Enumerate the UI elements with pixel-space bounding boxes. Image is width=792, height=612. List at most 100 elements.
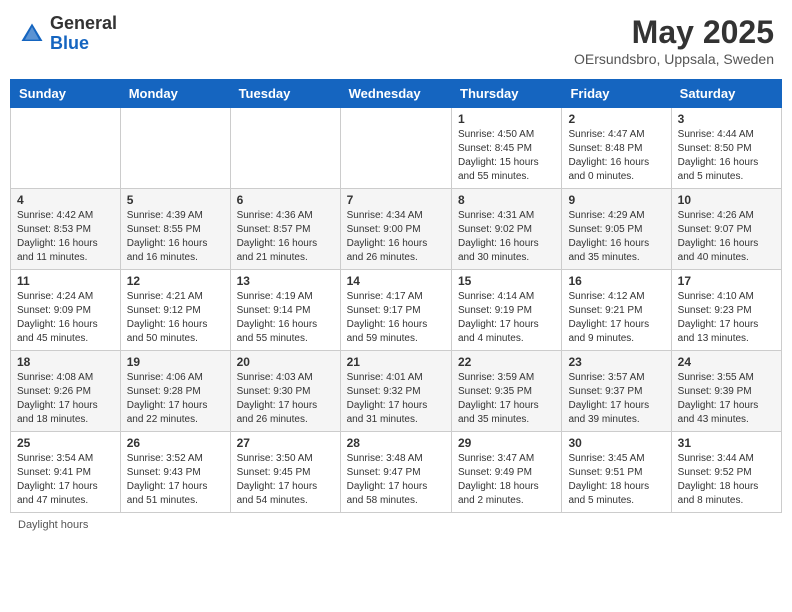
day-info: Sunrise: 3:45 AM Sunset: 9:51 PM Dayligh… — [568, 452, 664, 508]
calendar-cell: 3Sunrise: 4:44 AM Sunset: 8:50 PM Daylig… — [671, 108, 781, 189]
day-info: Sunrise: 4:01 AM Sunset: 9:32 PM Dayligh… — [347, 371, 445, 427]
day-info: Sunrise: 4:17 AM Sunset: 9:17 PM Dayligh… — [347, 290, 445, 346]
calendar-week-row: 18 Sunrise: 4:08 AM Sunset: 9:26 PM Dayli… — [11, 351, 782, 432]
daylight-hours-label: Daylight hours — [18, 519, 88, 531]
calendar-header-row: SundayMondayTuesdayWednesdayThursdayFrid… — [11, 80, 782, 108]
day-number: 14 — [347, 274, 445, 288]
day-number: 9 — [568, 193, 664, 207]
month-year: May 2025 — [574, 14, 774, 51]
calendar-cell: 7Sunrise: 4:34 AM Sunset: 9:00 PM Daylig… — [340, 189, 451, 270]
calendar-cell: 5 Sunrise: 4:39 AM Sunset: 8:55 PM Daylig… — [120, 189, 230, 270]
day-info: Sunrise: 4:39 AM Sunset: 8:55 PM Dayligh… — [127, 209, 224, 265]
calendar-cell: 15Sunrise: 4:14 AM Sunset: 9:19 PM Dayli… — [452, 270, 562, 351]
calendar-day-header: Sunday — [11, 80, 121, 108]
day-number: 29 — [458, 436, 555, 450]
day-number: 27 — [237, 436, 334, 450]
page-header: General Blue May 2025 OErsundsbro, Uppsa… — [10, 10, 782, 71]
calendar-day-header: Thursday — [452, 80, 562, 108]
calendar-table: SundayMondayTuesdayWednesdayThursdayFrid… — [10, 79, 782, 513]
footer-note: Daylight hours — [10, 519, 782, 531]
calendar-cell: 11 Sunrise: 4:24 AM Sunset: 9:09 PM Dayli… — [11, 270, 121, 351]
title-section: May 2025 OErsundsbro, Uppsala, Sweden — [574, 14, 774, 67]
calendar-cell: 31 Sunrise: 3:44 AM Sunset: 9:52 PM Dayli… — [671, 432, 781, 513]
calendar-cell: 19 Sunrise: 4:06 AM Sunset: 9:28 PM Dayli… — [120, 351, 230, 432]
calendar-cell: 23 Sunrise: 3:57 AM Sunset: 9:37 PM Dayli… — [562, 351, 671, 432]
day-number: 1 — [458, 112, 555, 126]
logo-icon — [18, 20, 46, 48]
calendar-day-header: Friday — [562, 80, 671, 108]
day-number: 11 — [17, 274, 114, 288]
calendar-day-header: Tuesday — [230, 80, 340, 108]
calendar-week-row: 1 Sunrise: 4:50 AM Sunset: 8:45 PM Daylig… — [11, 108, 782, 189]
calendar-cell: 21Sunrise: 4:01 AM Sunset: 9:32 PM Dayli… — [340, 351, 451, 432]
day-info: Sunrise: 3:52 AM Sunset: 9:43 PM Dayligh… — [127, 452, 224, 508]
day-number: 12 — [127, 274, 224, 288]
day-number: 22 — [458, 355, 555, 369]
calendar-cell: 18 Sunrise: 4:08 AM Sunset: 9:26 PM Dayli… — [11, 351, 121, 432]
calendar-cell: 26 Sunrise: 3:52 AM Sunset: 9:43 PM Dayli… — [120, 432, 230, 513]
day-info: Sunrise: 4:36 AM Sunset: 8:57 PM Dayligh… — [237, 209, 334, 265]
day-number: 17 — [678, 274, 775, 288]
calendar-cell: 6Sunrise: 4:36 AM Sunset: 8:57 PM Daylig… — [230, 189, 340, 270]
day-info: Sunrise: 3:48 AM Sunset: 9:47 PM Dayligh… — [347, 452, 445, 508]
day-info: Sunrise: 3:44 AM Sunset: 9:52 PM Dayligh… — [678, 452, 775, 508]
day-info: Sunrise: 4:31 AM Sunset: 9:02 PM Dayligh… — [458, 209, 555, 265]
calendar-cell: 24 Sunrise: 3:55 AM Sunset: 9:39 PM Dayli… — [671, 351, 781, 432]
day-info: Sunrise: 3:57 AM Sunset: 9:37 PM Dayligh… — [568, 371, 664, 427]
calendar-cell: 4Sunrise: 4:42 AM Sunset: 8:53 PM Daylig… — [11, 189, 121, 270]
calendar-cell — [120, 108, 230, 189]
calendar-week-row: 25Sunrise: 3:54 AM Sunset: 9:41 PM Dayli… — [11, 432, 782, 513]
day-number: 31 — [678, 436, 775, 450]
calendar-cell — [11, 108, 121, 189]
day-info: Sunrise: 4:03 AM Sunset: 9:30 PM Dayligh… — [237, 371, 334, 427]
day-number: 18 — [17, 355, 114, 369]
day-info: Sunrise: 4:14 AM Sunset: 9:19 PM Dayligh… — [458, 290, 555, 346]
calendar-cell: 14 Sunrise: 4:17 AM Sunset: 9:17 PM Dayli… — [340, 270, 451, 351]
day-info: Sunrise: 4:50 AM Sunset: 8:45 PM Dayligh… — [458, 128, 555, 184]
day-number: 5 — [127, 193, 224, 207]
day-number: 30 — [568, 436, 664, 450]
calendar-cell: 25Sunrise: 3:54 AM Sunset: 9:41 PM Dayli… — [11, 432, 121, 513]
day-info: Sunrise: 3:55 AM Sunset: 9:39 PM Dayligh… — [678, 371, 775, 427]
day-info: Sunrise: 4:06 AM Sunset: 9:28 PM Dayligh… — [127, 371, 224, 427]
calendar-cell: 16Sunrise: 4:12 AM Sunset: 9:21 PM Dayli… — [562, 270, 671, 351]
calendar-cell — [340, 108, 451, 189]
calendar-cell: 17 Sunrise: 4:10 AM Sunset: 9:23 PM Dayli… — [671, 270, 781, 351]
calendar-day-header: Wednesday — [340, 80, 451, 108]
calendar-cell: 28 Sunrise: 3:48 AM Sunset: 9:47 PM Dayli… — [340, 432, 451, 513]
day-number: 23 — [568, 355, 664, 369]
calendar-cell: 2Sunrise: 4:47 AM Sunset: 8:48 PM Daylig… — [562, 108, 671, 189]
day-number: 19 — [127, 355, 224, 369]
calendar-cell: 1 Sunrise: 4:50 AM Sunset: 8:45 PM Daylig… — [452, 108, 562, 189]
calendar-cell: 10 Sunrise: 4:26 AM Sunset: 9:07 PM Dayli… — [671, 189, 781, 270]
day-number: 28 — [347, 436, 445, 450]
day-info: Sunrise: 4:44 AM Sunset: 8:50 PM Dayligh… — [678, 128, 775, 184]
day-info: Sunrise: 3:47 AM Sunset: 9:49 PM Dayligh… — [458, 452, 555, 508]
day-info: Sunrise: 4:24 AM Sunset: 9:09 PM Dayligh… — [17, 290, 114, 346]
calendar-cell: 22 Sunrise: 3:59 AM Sunset: 9:35 PM Dayli… — [452, 351, 562, 432]
day-info: Sunrise: 3:59 AM Sunset: 9:35 PM Dayligh… — [458, 371, 555, 427]
calendar-cell: 13Sunrise: 4:19 AM Sunset: 9:14 PM Dayli… — [230, 270, 340, 351]
day-info: Sunrise: 4:42 AM Sunset: 8:53 PM Dayligh… — [17, 209, 114, 265]
day-number: 13 — [237, 274, 334, 288]
calendar-cell: 12 Sunrise: 4:21 AM Sunset: 9:12 PM Dayli… — [120, 270, 230, 351]
calendar-cell: 9Sunrise: 4:29 AM Sunset: 9:05 PM Daylig… — [562, 189, 671, 270]
calendar-week-row: 4Sunrise: 4:42 AM Sunset: 8:53 PM Daylig… — [11, 189, 782, 270]
calendar-cell — [230, 108, 340, 189]
day-info: Sunrise: 4:26 AM Sunset: 9:07 PM Dayligh… — [678, 209, 775, 265]
day-info: Sunrise: 4:34 AM Sunset: 9:00 PM Dayligh… — [347, 209, 445, 265]
day-info: Sunrise: 4:10 AM Sunset: 9:23 PM Dayligh… — [678, 290, 775, 346]
day-info: Sunrise: 4:08 AM Sunset: 9:26 PM Dayligh… — [17, 371, 114, 427]
calendar-cell: 8Sunrise: 4:31 AM Sunset: 9:02 PM Daylig… — [452, 189, 562, 270]
day-number: 26 — [127, 436, 224, 450]
logo-blue-text: Blue — [50, 34, 117, 54]
day-info: Sunrise: 4:21 AM Sunset: 9:12 PM Dayligh… — [127, 290, 224, 346]
calendar-day-header: Saturday — [671, 80, 781, 108]
calendar-cell: 30 Sunrise: 3:45 AM Sunset: 9:51 PM Dayli… — [562, 432, 671, 513]
day-number: 24 — [678, 355, 775, 369]
calendar-day-header: Monday — [120, 80, 230, 108]
day-info: Sunrise: 4:47 AM Sunset: 8:48 PM Dayligh… — [568, 128, 664, 184]
location: OErsundsbro, Uppsala, Sweden — [574, 51, 774, 67]
day-number: 10 — [678, 193, 775, 207]
logo-text: General Blue — [50, 14, 117, 54]
